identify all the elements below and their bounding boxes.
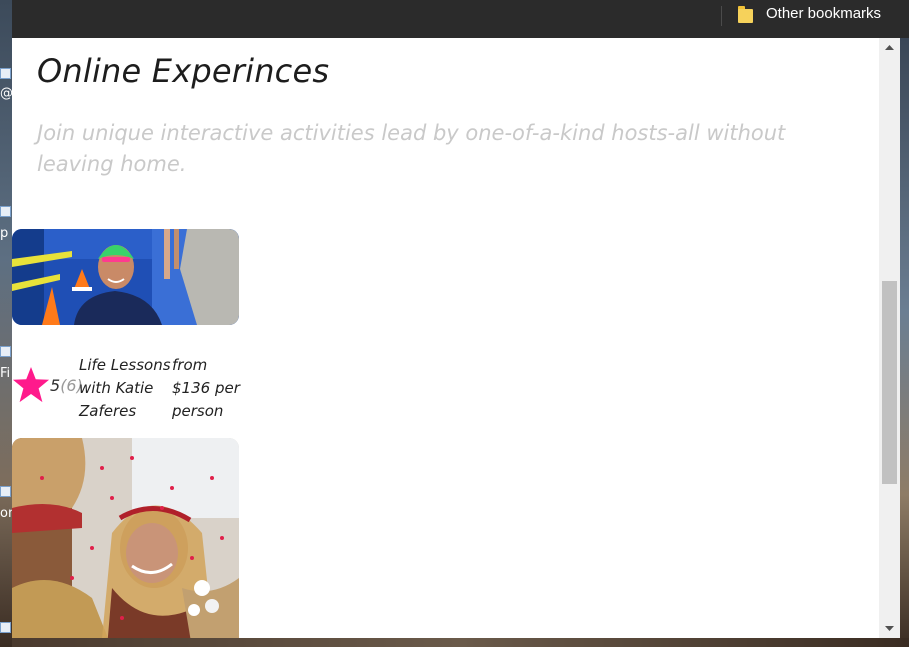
desktop-background: @ p Fi on <box>0 0 16 647</box>
experience-card-image[interactable] <box>12 229 239 325</box>
desktop-shortcut-icon[interactable] <box>0 346 11 357</box>
scroll-down-arrow-icon[interactable] <box>879 618 900 638</box>
page-title: Online Experinces <box>37 52 330 90</box>
scroll-up-arrow-icon[interactable] <box>879 38 900 58</box>
bookmarks-separator <box>721 6 722 26</box>
desktop-background-bottom <box>12 638 909 647</box>
scrollbar-thumb[interactable] <box>882 281 897 484</box>
desktop-shortcut-icon[interactable] <box>0 206 11 217</box>
desktop-label-fragment: p <box>0 226 9 241</box>
page-subtitle: Join unique interactive activities lead … <box>37 121 786 176</box>
vertical-scrollbar[interactable] <box>879 38 900 638</box>
experience-title[interactable]: Life Lessons with Katie Zaferes <box>79 354 171 423</box>
wedding-photo <box>12 438 239 638</box>
rating-value: 5(6) <box>50 376 83 395</box>
desktop-background-right <box>900 38 909 647</box>
other-bookmarks-button[interactable]: Other bookmarks <box>766 5 881 22</box>
experience-card-image[interactable] <box>12 438 239 638</box>
desktop-shortcut-icon[interactable] <box>0 486 11 497</box>
star-icon <box>12 366 50 403</box>
rating-score: 5 <box>50 376 61 395</box>
desktop-shortcut-icon[interactable] <box>0 622 11 633</box>
experience-card-info[interactable]: 5(6) Life Lessons with Katie Zaferes fro… <box>12 354 252 426</box>
swimmer-photo <box>12 229 239 325</box>
desktop-label-fragment: Fi <box>0 366 11 381</box>
page-viewport: Online Experinces Join unique interactiv… <box>12 38 879 638</box>
desktop-shortcut-icon[interactable] <box>0 68 11 79</box>
experience-price: from $136 per person <box>172 356 240 420</box>
bookmarks-bar: Other bookmarks <box>12 0 909 38</box>
folder-icon[interactable] <box>738 6 753 23</box>
